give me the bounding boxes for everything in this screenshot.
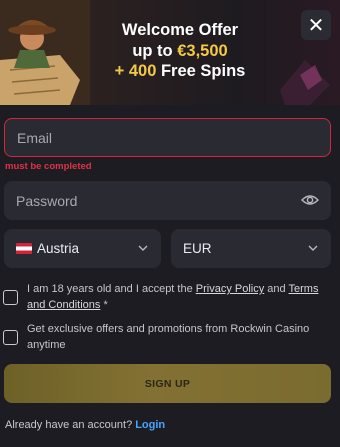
country-value: Austria — [37, 241, 80, 256]
login-prompt: Already have an account? Login — [5, 419, 166, 431]
privacy-policy-link[interactable]: Privacy Policy — [196, 283, 264, 295]
currency-value: EUR — [183, 241, 212, 256]
eye-icon[interactable] — [301, 193, 319, 207]
close-icon: ✕ — [307, 14, 325, 37]
currency-select[interactable]: EUR — [171, 229, 331, 268]
close-button[interactable]: ✕ — [301, 10, 331, 40]
promo-checkbox[interactable] — [3, 330, 18, 345]
welcome-offer-text: Welcome Offer up to €3,500 + 400 Free Sp… — [70, 20, 290, 82]
signup-button[interactable]: SIGN UP — [4, 364, 331, 403]
terms-checkbox[interactable] — [3, 290, 18, 305]
promo-text: Get exclusive offers and promotions from… — [27, 323, 310, 351]
terms-consent-row: I am 18 years old and I accept the Priva… — [3, 281, 333, 313]
email-input[interactable] — [17, 129, 318, 146]
terms-text: I am 18 years old and I accept the Priva… — [27, 283, 319, 311]
welcome-banner: Welcome Offer up to €3,500 + 400 Free Sp… — [0, 0, 340, 105]
password-input[interactable] — [16, 192, 319, 209]
chevron-down-icon — [138, 245, 148, 251]
promo-consent-row: Get exclusive offers and promotions from… — [3, 321, 333, 353]
offer-title: Welcome Offer — [121, 21, 239, 39]
signup-label: SIGN UP — [144, 377, 191, 390]
email-error-message: must be completed — [5, 161, 92, 172]
password-field[interactable] — [4, 181, 331, 220]
login-link[interactable]: Login — [135, 419, 165, 431]
free-spins-label: Free Spins — [156, 62, 246, 80]
free-spins-count: + 400 — [114, 62, 157, 80]
email-field[interactable] — [4, 118, 331, 157]
austria-flag-icon — [16, 243, 32, 254]
offer-amount: €3,500 — [177, 41, 228, 60]
country-select[interactable]: Austria — [4, 229, 161, 268]
chevron-down-icon — [308, 245, 318, 251]
offer-prefix: up to — [132, 41, 178, 60]
